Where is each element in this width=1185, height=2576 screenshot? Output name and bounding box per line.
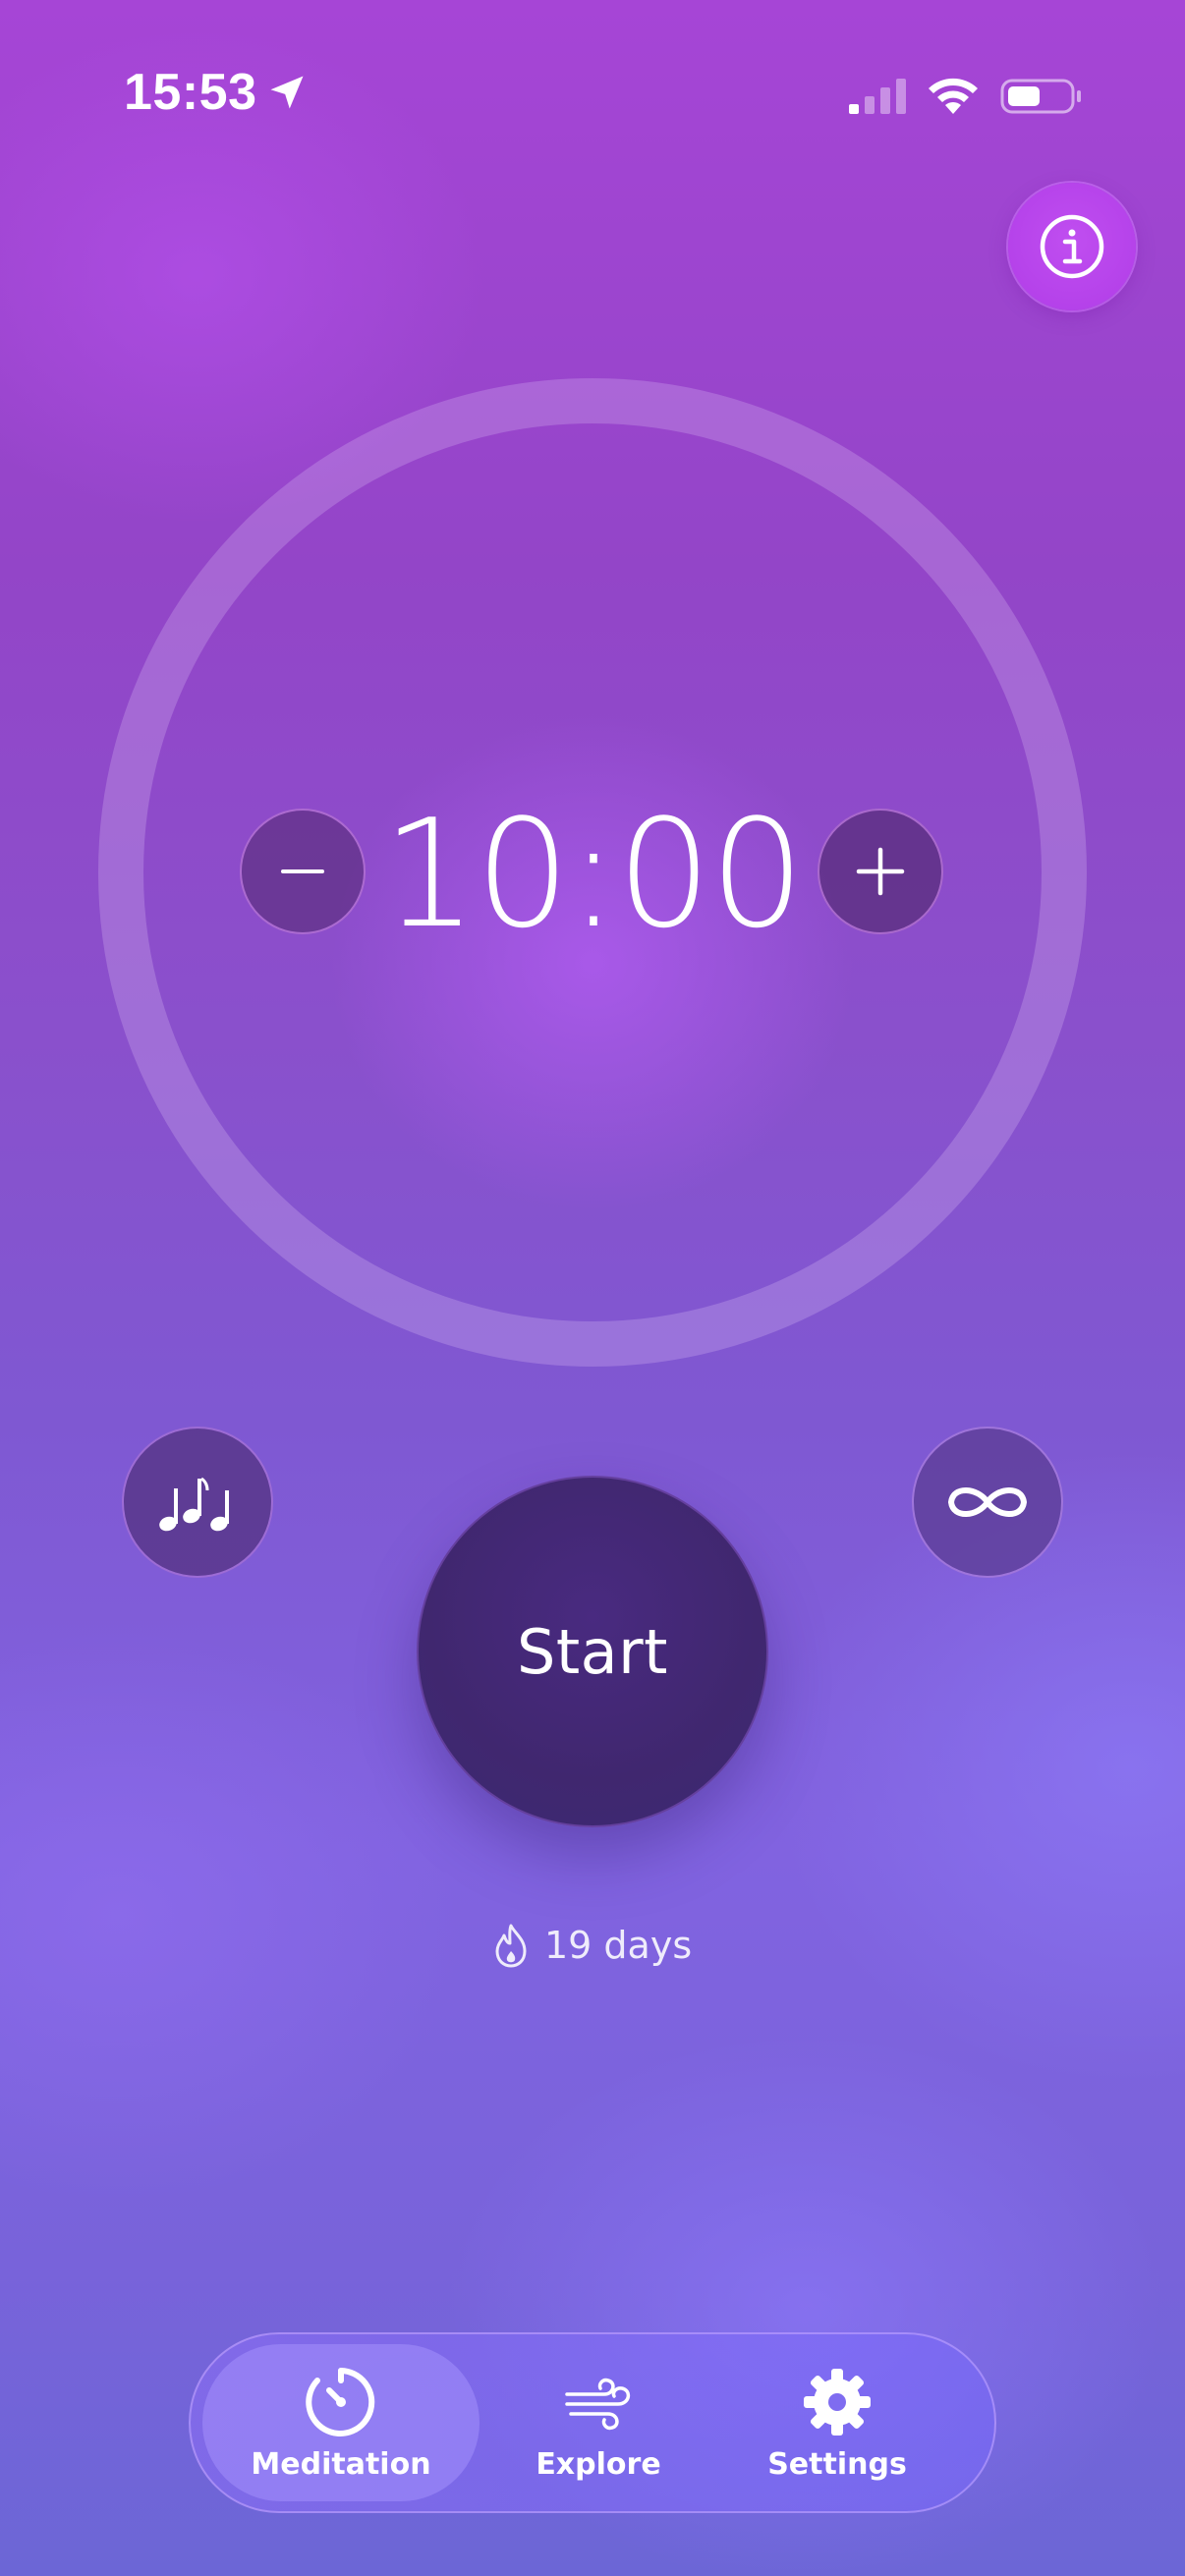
tab-label-meditation: Meditation [251,2446,431,2482]
sound-button[interactable] [122,1427,273,1578]
increase-time-button[interactable] [818,809,943,934]
start-label: Start [517,1615,668,1688]
status-time: 15:53 [124,64,257,121]
streak-text: 19 days [544,1924,693,1967]
info-icon [1040,214,1104,279]
minus-icon [281,869,324,873]
wifi-icon [929,78,978,114]
timer-display: 10:00 [381,787,805,961]
wind-icon [565,2378,631,2430]
tab-explore[interactable]: Explore [495,2344,702,2501]
info-button[interactable] [1008,183,1136,310]
location-arrow-icon [270,76,304,109]
battery-icon [1000,79,1081,114]
tab-meditation[interactable]: Meditation [202,2344,480,2501]
music-notes-icon [159,1477,229,1532]
tab-label-explore: Explore [536,2446,661,2482]
cellular-signal-icon [849,79,906,114]
plus-icon [856,847,905,896]
infinity-icon [948,1487,1027,1517]
tab-bar: Meditation Explore Settings [189,2332,996,2513]
streak-indicator: 19 days [491,1918,692,1973]
start-button[interactable]: Start [417,1476,768,1827]
timer-icon [306,2367,375,2436]
flame-icon [495,1924,527,1968]
tab-settings[interactable]: Settings [721,2344,953,2501]
gear-icon [804,2368,871,2436]
status-bar: 15:53 [0,0,1185,147]
loop-button[interactable] [912,1427,1063,1578]
tab-label-settings: Settings [767,2446,907,2482]
